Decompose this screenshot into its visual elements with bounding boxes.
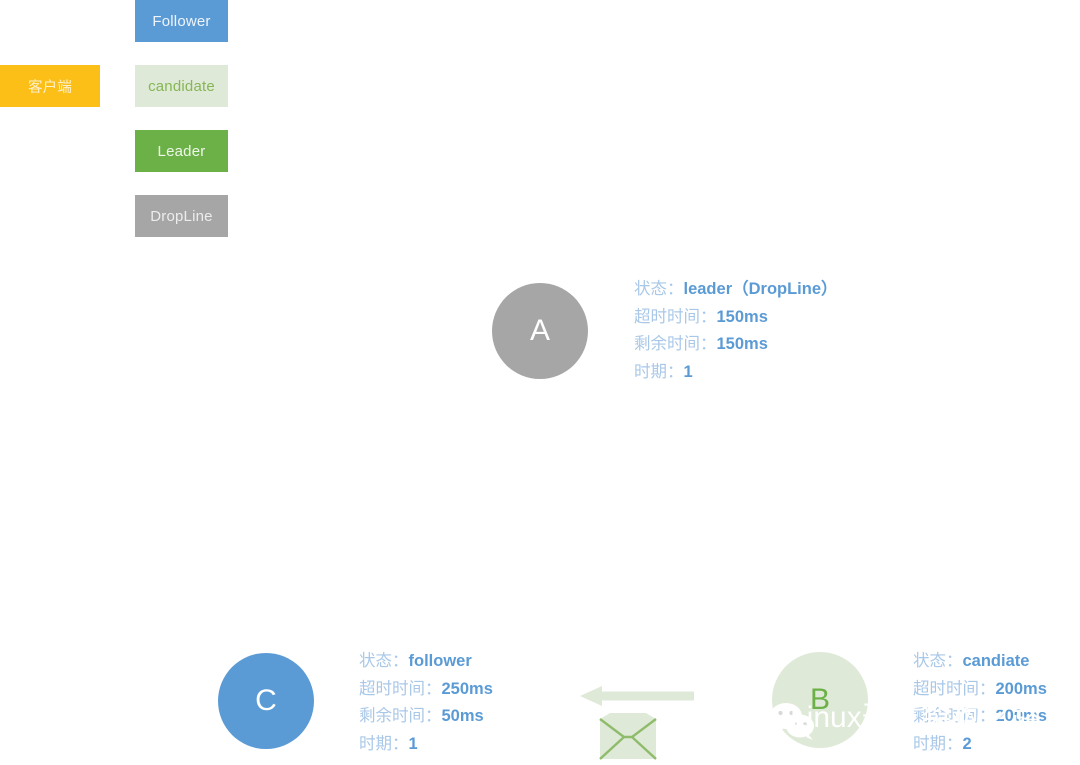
legend-item-dropline: DropLine xyxy=(135,195,228,237)
legend-label-leader: Leader xyxy=(157,142,206,160)
legend-item-follower: Follower xyxy=(135,0,228,42)
node-b-remaining-label: 剩余时间： xyxy=(913,707,996,725)
node-a-term-value: 1 xyxy=(683,362,693,381)
node-a-state-value: leader（DropLine） xyxy=(683,280,838,298)
node-b: B xyxy=(772,652,868,748)
node-b-remaining-value: 200ms xyxy=(995,707,1047,725)
node-c-label: C xyxy=(255,684,277,717)
node-a-info-row: 状态：leader（DropLine） xyxy=(634,276,838,304)
legend-label-candidate: candidate xyxy=(148,77,215,95)
node-c: C xyxy=(218,653,314,749)
node-a: A xyxy=(492,283,588,379)
node-c-info-row: 超时时间：250ms xyxy=(359,676,493,704)
node-c-info: 状态：follower 超时时间：250ms 剩余时间：50ms 时期：1 xyxy=(359,648,493,758)
legend-item-client: 客户端 xyxy=(0,65,100,107)
node-b-label: B xyxy=(809,683,830,716)
node-a-label: A xyxy=(529,314,550,347)
node-b-state-label: 状态： xyxy=(913,652,963,670)
node-c-state-value: follower xyxy=(408,652,472,670)
node-b-timeout-value: 200ms xyxy=(995,679,1047,698)
node-c-info-row: 时期：1 xyxy=(359,731,493,759)
legend-label-follower: Follower xyxy=(152,12,211,30)
legend-item-candidate: candidate xyxy=(135,65,228,107)
legend-label-client: 客户端 xyxy=(27,79,73,96)
node-b-info-row: 超时时间：200ms xyxy=(913,676,1047,704)
node-b-timeout-label: 超时时间： xyxy=(913,679,996,698)
node-a-term-label: 时期： xyxy=(634,362,684,381)
node-a-info-row: 时期：1 xyxy=(634,359,838,387)
node-c-info-row: 剩余时间：50ms xyxy=(359,703,493,731)
node-c-info-row: 状态：follower xyxy=(359,648,493,676)
legend-label-dropline: DropLine xyxy=(150,207,213,225)
node-a-remaining-label: 剩余时间： xyxy=(634,335,717,353)
node-c-remaining-label: 剩余时间： xyxy=(359,707,442,725)
node-a-timeout-label: 超时时间： xyxy=(634,307,717,326)
legend-item-leader: Leader xyxy=(135,130,228,172)
message-arrow-left-icon xyxy=(580,686,694,706)
node-b-state-value: candiate xyxy=(962,652,1030,670)
node-a-info: 状态：leader（DropLine） 超时时间：150ms 剩余时间：150m… xyxy=(634,276,838,386)
node-a-info-row: 超时时间：150ms xyxy=(634,304,838,332)
node-c-state-label: 状态： xyxy=(359,652,409,670)
node-b-info-row: 状态：candiate xyxy=(913,648,1047,676)
node-c-timeout-label: 超时时间： xyxy=(359,679,442,698)
envelope-icon xyxy=(599,713,657,760)
node-a-timeout-value: 150ms xyxy=(716,307,768,326)
node-a-info-row: 剩余时间：150ms xyxy=(634,331,838,359)
node-b-term-value: 2 xyxy=(962,734,972,753)
node-b-info-row: 剩余时间：200ms xyxy=(913,703,1047,731)
node-a-state-label: 状态： xyxy=(634,280,684,298)
node-b-info-row: 时期：2 xyxy=(913,731,1047,759)
node-a-remaining-value: 150ms xyxy=(716,335,768,353)
node-c-remaining-value: 50ms xyxy=(441,707,484,725)
node-c-term-label: 时期： xyxy=(359,734,409,753)
node-b-term-label: 时期： xyxy=(913,734,963,753)
node-b-info: 状态：candiate 超时时间：200ms 剩余时间：200ms 时期：2 xyxy=(913,648,1047,758)
diagram-canvas: 客户端 Follower candidate Leader DropLine A… xyxy=(0,0,1080,765)
node-c-timeout-value: 250ms xyxy=(441,679,493,698)
node-c-term-value: 1 xyxy=(408,734,418,753)
